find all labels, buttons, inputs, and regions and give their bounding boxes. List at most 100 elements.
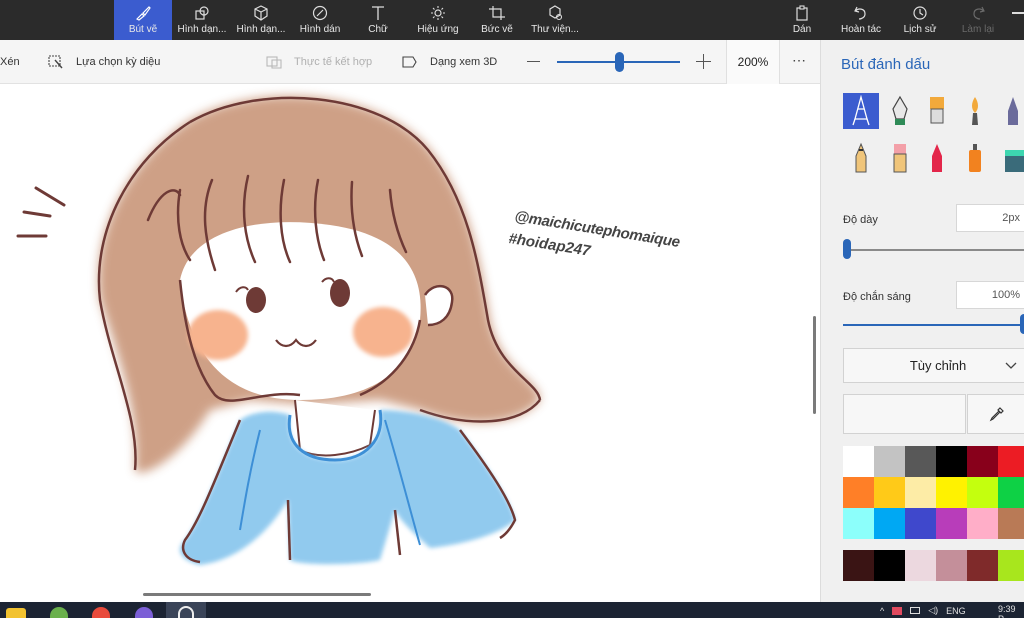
more-options-icon[interactable]: ⋯ [792,52,806,69]
stickers-tab-label: Hình dán [299,24,341,35]
stickers-tab[interactable]: Hình dán [292,0,348,40]
app-sphere-icon[interactable] [135,607,153,618]
color-swatch[interactable] [905,446,936,477]
fill-bucket-icon [1005,150,1024,172]
color-swatch[interactable] [998,508,1024,539]
color-swatch[interactable] [874,508,905,539]
color-swatch[interactable] [967,550,998,581]
canvas-tab-label: Bức vẽ [481,24,513,35]
vertical-scrollbar[interactable] [813,316,816,414]
shapes-3d-tab[interactable]: Hình dạn... [232,0,290,40]
color-swatch[interactable] [843,550,874,581]
thickness-slider-track[interactable] [843,249,1024,251]
zoom-value[interactable]: 200% [726,40,780,84]
paste-button-label: Dán [792,24,812,35]
tray-language[interactable]: ENG [946,606,966,616]
drawing-canvas[interactable]: @maichicutephomaique #hoidap247 [0,84,820,600]
color-swatch[interactable] [998,550,1024,581]
canvas-tab[interactable]: Bức vẽ [470,0,524,40]
horizontal-scrollbar[interactable] [143,593,371,596]
view-3d-icon [402,56,417,68]
oil-brush-icon [930,97,944,124]
opacity-input[interactable]: 100% [956,281,1024,309]
color-swatch[interactable] [905,508,936,539]
app-leaf-icon[interactable] [50,607,68,618]
undo-icon [854,6,866,20]
crop-button[interactable]: Xén [0,40,20,84]
color-swatch[interactable] [936,477,967,508]
color-swatch[interactable] [936,550,967,581]
view-3d-button[interactable]: Dạng xem 3D [402,40,497,84]
color-swatch[interactable] [936,508,967,539]
magic-select-icon [48,55,63,69]
brush-panel: Bút đánh dấu Độ dày 2px Độ chắn sáng 100… [820,40,1024,602]
chevron-down-icon [1005,362,1017,369]
crayon-brush[interactable] [919,140,955,176]
color-swatch[interactable] [843,477,874,508]
crayon-icon [932,144,942,172]
redo-button[interactable]: Làm lại [954,0,1002,40]
shapes-2d-tab[interactable]: Hình dạn... [174,0,230,40]
volume-icon[interactable]: ◁) [928,605,938,616]
pencil-tip-brush[interactable] [995,93,1024,129]
opacity-slider-track[interactable] [843,324,1024,326]
system-tray: ^ ◁) ENG [880,603,966,618]
library-tab[interactable]: Thư viện... [528,0,582,40]
current-color-box[interactable] [843,394,966,434]
eyedropper-button[interactable] [967,394,1024,434]
color-swatch[interactable] [967,446,998,477]
opacity-slider-thumb[interactable] [1020,314,1024,334]
mixed-reality-label: Thực tế kết hợp [294,56,373,68]
brushes-tab[interactable]: Bút vẽ [114,0,172,40]
thickness-slider-thumb[interactable] [843,239,851,259]
paint3d-taskbar-button[interactable] [166,602,206,618]
color-swatch[interactable] [936,446,967,477]
watercolor-brush[interactable] [957,93,993,129]
color-swatch[interactable] [843,446,874,477]
spray-can-brush[interactable] [957,140,993,176]
pencil-tip-icon [1008,97,1018,125]
chrome-icon[interactable] [92,607,110,618]
undo-button-label: Hoàn tác [840,24,882,35]
clipboard-icon [796,5,808,21]
sticker-icon [312,5,328,21]
fill-bucket-brush[interactable] [995,140,1024,176]
history-button[interactable]: Lịch sử [896,0,944,40]
color-mode-dropdown[interactable]: Tùy chỉnh [843,348,1024,383]
zoom-slider-thumb[interactable] [614,52,624,72]
color-swatch[interactable] [967,477,998,508]
tray-arrow-icon[interactable]: ^ [880,606,884,616]
brushes-tab-label: Bút vẽ [128,24,158,35]
color-swatch[interactable] [874,477,905,508]
magic-select-button[interactable]: Lựa chọn kỳ diệu [48,40,160,84]
pencil-brush[interactable] [843,140,879,176]
text-icon [372,6,384,20]
file-explorer-icon[interactable] [6,608,26,618]
color-swatch[interactable] [998,446,1024,477]
crop-button-label: Xén [0,56,20,68]
color-swatch[interactable] [843,508,874,539]
network-icon[interactable] [910,607,921,614]
paste-button[interactable]: Dán [784,0,820,40]
color-swatch[interactable] [874,550,905,581]
calligraphy-pen-brush[interactable] [882,93,918,129]
text-tab[interactable]: Chữ [352,0,404,40]
eraser-brush[interactable] [882,140,918,176]
zoom-in-icon[interactable] [696,54,712,70]
taskbar-clock[interactable]: 9:39 P [998,604,1024,618]
zoom-out-icon[interactable] [527,61,540,62]
effects-tab[interactable]: Hiệu ứng [410,0,466,40]
tray-app-icon[interactable] [892,606,903,615]
color-swatch[interactable] [905,477,936,508]
undo-button[interactable]: Hoàn tác [836,0,886,40]
color-swatch[interactable] [998,477,1024,508]
color-swatch[interactable] [874,446,905,477]
color-swatch[interactable] [967,508,998,539]
color-swatch[interactable] [905,550,936,581]
pencil-icon [855,142,867,173]
mixed-reality-button[interactable]: Thực tế kết hợp [266,40,372,84]
shapes-2d-icon [195,6,209,20]
thickness-input[interactable]: 2px [956,204,1024,232]
marker-brush[interactable] [843,93,879,129]
oil-brush[interactable] [919,93,955,129]
